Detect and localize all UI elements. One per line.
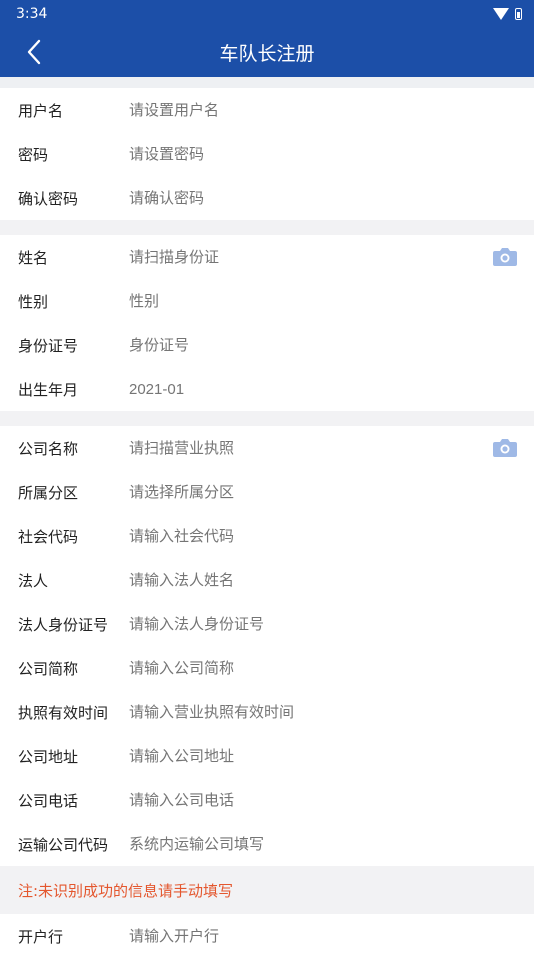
- username-label: 用户名: [18, 101, 64, 120]
- camera-icon[interactable]: [493, 438, 517, 457]
- company-phone-label: 公司电话: [18, 791, 79, 810]
- camera-icon[interactable]: [493, 247, 517, 266]
- page-title: 车队长注册: [219, 42, 315, 65]
- id-number-row: 身份证号: [0, 323, 534, 367]
- birth-date-label: 出生年月: [18, 380, 79, 399]
- name-label: 姓名: [18, 248, 49, 267]
- id-number-input[interactable]: [129, 336, 534, 354]
- company-short-name-input[interactable]: [129, 659, 534, 677]
- chevron-left-icon: [27, 39, 41, 65]
- company-address-label: 公司地址: [18, 747, 79, 766]
- manual-fill-note: 注:未识别成功的信息请手动填写: [0, 866, 534, 914]
- battery-icon: [515, 7, 522, 20]
- password-row: 密码: [0, 132, 534, 176]
- bank-section: 开户行: [0, 914, 534, 958]
- district-select[interactable]: [129, 483, 534, 501]
- company-address-row: 公司地址: [0, 734, 534, 778]
- bank-row: 开户行: [0, 914, 534, 958]
- company-phone-input[interactable]: [129, 791, 534, 809]
- social-code-input[interactable]: [129, 527, 534, 545]
- company-phone-row: 公司电话: [0, 778, 534, 822]
- district-row: 所属分区: [0, 470, 534, 514]
- legal-person-label: 法人: [18, 571, 49, 590]
- birth-date-input[interactable]: [129, 380, 534, 398]
- company-name-label: 公司名称: [18, 439, 79, 458]
- password-input[interactable]: [129, 145, 534, 163]
- username-row: 用户名: [0, 88, 534, 132]
- legal-person-row: 法人: [0, 558, 534, 602]
- confirm-password-row: 确认密码: [0, 176, 534, 220]
- district-label: 所属分区: [18, 483, 79, 502]
- company-short-name-row: 公司简称: [0, 646, 534, 690]
- legal-person-input[interactable]: [129, 571, 534, 589]
- confirm-password-label: 确认密码: [18, 189, 79, 208]
- identity-section: 姓名 性别 身份证号 出生年月: [0, 235, 534, 411]
- company-section: 公司名称 所属分区 社会代码 法人 法人身份证号 公司简称 执照有效时间 公司地…: [0, 426, 534, 866]
- account-section: 用户名 密码 确认密码: [0, 88, 534, 220]
- legal-person-id-input[interactable]: [129, 615, 534, 633]
- status-time: 3:34: [16, 5, 48, 22]
- gender-row: 性别: [0, 279, 534, 323]
- bank-label: 开户行: [18, 927, 64, 946]
- nav-bar: 车队长注册: [0, 27, 534, 77]
- divider: [0, 77, 534, 88]
- username-input[interactable]: [129, 101, 534, 119]
- legal-person-id-label: 法人身份证号: [18, 615, 109, 634]
- license-validity-label: 执照有效时间: [18, 703, 109, 722]
- back-button[interactable]: [20, 38, 48, 66]
- id-number-label: 身份证号: [18, 336, 79, 355]
- name-input[interactable]: [129, 248, 534, 266]
- status-bar: 3:34: [0, 0, 534, 27]
- transport-code-label: 运输公司代码: [18, 835, 109, 854]
- social-code-label: 社会代码: [18, 527, 79, 546]
- company-name-row: 公司名称: [0, 426, 534, 470]
- birth-date-row: 出生年月: [0, 367, 534, 411]
- license-validity-row: 执照有效时间: [0, 690, 534, 734]
- legal-person-id-row: 法人身份证号: [0, 602, 534, 646]
- name-row: 姓名: [0, 235, 534, 279]
- wifi-icon: [493, 7, 509, 20]
- section-divider: [0, 411, 534, 426]
- company-name-input[interactable]: [129, 439, 534, 457]
- transport-code-row: 运输公司代码: [0, 822, 534, 866]
- company-short-name-label: 公司简称: [18, 659, 79, 678]
- confirm-password-input[interactable]: [129, 189, 534, 207]
- bank-input[interactable]: [129, 927, 534, 945]
- license-validity-input[interactable]: [129, 703, 534, 721]
- gender-label: 性别: [18, 292, 49, 311]
- social-code-row: 社会代码: [0, 514, 534, 558]
- gender-input[interactable]: [129, 292, 534, 310]
- password-label: 密码: [18, 145, 49, 164]
- transport-code-input[interactable]: [129, 835, 534, 853]
- section-divider: [0, 220, 534, 235]
- company-address-input[interactable]: [129, 747, 534, 765]
